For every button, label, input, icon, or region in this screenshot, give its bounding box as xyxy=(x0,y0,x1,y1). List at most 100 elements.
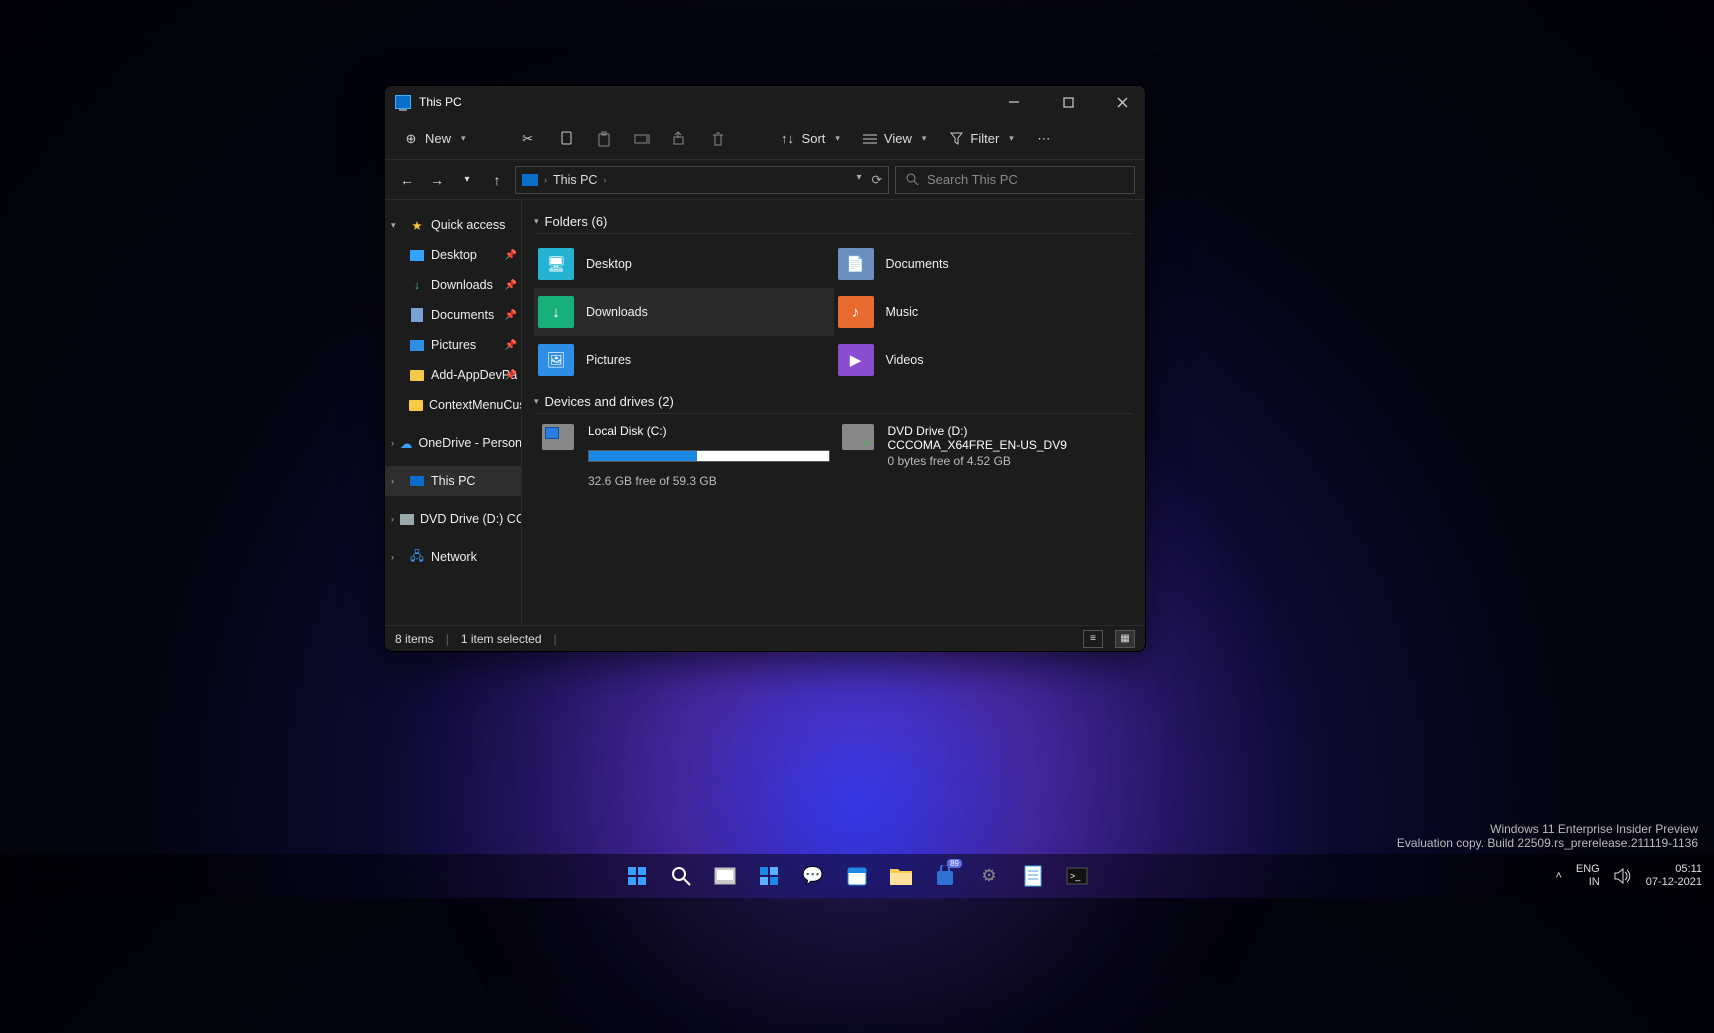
store-app[interactable]: 89 xyxy=(928,859,962,893)
content-pane: ▾ Folders (6) 🖥 Desktop 📄 Documents ↓ Do… xyxy=(522,200,1145,625)
tray-overflow[interactable]: ˄ xyxy=(1555,870,1561,882)
clock[interactable]: 05:11 07-12-2021 xyxy=(1646,863,1702,888)
sidebar-label: Documents xyxy=(431,308,494,322)
titlebar[interactable]: This PC xyxy=(385,86,1145,118)
downloads-icon: ↓ xyxy=(409,278,425,292)
drive-volume-label: CCCOMA_X64FRE_EN-US_DV9 xyxy=(888,438,1130,452)
folder-icon xyxy=(409,398,423,412)
up-button[interactable]: ↑ xyxy=(485,168,509,192)
drive-sub: 32.6 GB free of 59.3 GB xyxy=(588,474,830,488)
documents-icon xyxy=(409,308,425,322)
folders-section-header[interactable]: ▾ Folders (6) xyxy=(534,214,1133,229)
folder-tile-videos[interactable]: ▶ Videos xyxy=(834,336,1134,384)
sort-label: Sort xyxy=(802,131,826,146)
language-indicator[interactable]: ENG IN xyxy=(1576,863,1600,888)
chevron-right-icon: › xyxy=(544,175,547,185)
folder-label: Desktop xyxy=(586,257,632,271)
nav-sidebar: ▾ ★ Quick access Desktop 📌 ↓ Downloads 📌… xyxy=(385,200,522,625)
sidebar-quick-access[interactable]: ▾ ★ Quick access xyxy=(385,210,521,240)
folder-tile-downloads[interactable]: ↓ Downloads xyxy=(534,288,834,336)
search-button[interactable] xyxy=(664,859,698,893)
sidebar-item-downloads[interactable]: ↓ Downloads 📌 xyxy=(385,270,521,300)
minimize-button[interactable] xyxy=(991,86,1037,118)
pictures-icon xyxy=(409,338,425,352)
file-explorer-app[interactable] xyxy=(884,859,918,893)
volume-icon[interactable] xyxy=(1614,868,1632,884)
folders-grid: 🖥 Desktop 📄 Documents ↓ Downloads ♪ Musi… xyxy=(534,240,1133,384)
sort-button[interactable]: ↑↓ Sort xyxy=(780,131,840,147)
notepad-app[interactable] xyxy=(1016,859,1050,893)
folder-tile-music[interactable]: ♪ Music xyxy=(834,288,1134,336)
sidebar-this-pc[interactable]: › This PC xyxy=(385,466,521,496)
tiles-view-button[interactable]: ▦ xyxy=(1115,630,1135,648)
widgets-button[interactable] xyxy=(752,859,786,893)
forward-button[interactable]: → xyxy=(425,168,449,192)
lang-1: ENG xyxy=(1576,863,1600,876)
drive-tile-d[interactable]: DVD Drive (D:) CCCOMA_X64FRE_EN-US_DV9 0… xyxy=(834,420,1134,488)
desktop-icon xyxy=(409,248,425,262)
close-button[interactable] xyxy=(1099,86,1145,118)
chat-button[interactable]: 💬 xyxy=(796,859,830,893)
sidebar-label: ContextMenuCust xyxy=(429,398,521,412)
windows-watermark: Windows 11 Enterprise Insider Preview Ev… xyxy=(1397,822,1698,850)
pictures-icon: 🖼 xyxy=(538,344,574,376)
terminal-app[interactable]: >_ xyxy=(1060,859,1094,893)
sidebar-dvd[interactable]: › DVD Drive (D:) CCCO xyxy=(385,504,521,534)
sidebar-onedrive[interactable]: › ☁ OneDrive - Personal xyxy=(385,428,521,458)
folder-tile-desktop[interactable]: 🖥 Desktop xyxy=(534,240,834,288)
quick-access-label: Quick access xyxy=(431,218,505,232)
copy-icon[interactable] xyxy=(558,131,574,147)
view-button[interactable]: View xyxy=(862,131,926,147)
sidebar-item-documents[interactable]: Documents 📌 xyxy=(385,300,521,330)
star-icon: ★ xyxy=(409,218,425,232)
back-button[interactable]: ← xyxy=(395,168,419,192)
file-explorer-window: This PC ⊕ New ✂ ↑↓ So xyxy=(384,85,1146,652)
rename-icon[interactable] xyxy=(634,131,650,147)
this-pc-icon xyxy=(395,95,411,109)
address-bar[interactable]: › This PC › ▾ ⟳ xyxy=(515,166,889,194)
search-box[interactable]: Search This PC xyxy=(895,166,1135,194)
usage-bar xyxy=(588,450,830,462)
folder-tile-pictures[interactable]: 🖼 Pictures xyxy=(534,336,834,384)
start-button[interactable] xyxy=(620,859,654,893)
folder-label: Documents xyxy=(886,257,949,271)
devices-section-header[interactable]: ▾ Devices and drives (2) xyxy=(534,394,1133,409)
maximize-button[interactable] xyxy=(1045,86,1091,118)
sidebar-network[interactable]: › 🖧 Network xyxy=(385,542,521,572)
recent-dropdown[interactable]: ▾ xyxy=(455,168,479,192)
sidebar-item-context[interactable]: ContextMenuCust xyxy=(385,390,521,420)
date: 07-12-2021 xyxy=(1646,876,1702,889)
folder-icon xyxy=(409,368,425,382)
details-view-button[interactable]: ≡ xyxy=(1083,630,1103,648)
sidebar-item-addapp[interactable]: Add-AppDevPa 📌 xyxy=(385,360,521,390)
delete-icon[interactable] xyxy=(710,131,726,147)
pin-icon: 📌 xyxy=(505,310,517,321)
videos-icon: ▶ xyxy=(838,344,874,376)
drive-tile-c[interactable]: Local Disk (C:) 32.6 GB free of 59.3 GB xyxy=(534,420,834,488)
paste-icon[interactable] xyxy=(596,131,612,147)
window-title: This PC xyxy=(419,95,462,109)
sidebar-label: Pictures xyxy=(431,338,476,352)
address-location: This PC xyxy=(553,173,597,187)
watermark-line1: Windows 11 Enterprise Insider Preview xyxy=(1397,822,1698,836)
chevron-right-icon: › xyxy=(603,175,606,185)
filter-button[interactable]: Filter xyxy=(948,131,1013,147)
cut-icon[interactable]: ✂ xyxy=(520,131,536,147)
sidebar-item-desktop[interactable]: Desktop 📌 xyxy=(385,240,521,270)
refresh-button[interactable]: ⟳ xyxy=(872,172,882,187)
new-button[interactable]: ⊕ New xyxy=(403,131,466,147)
more-button[interactable]: ⋯ xyxy=(1036,131,1052,147)
share-icon[interactable] xyxy=(672,131,688,147)
cloud-icon: ☁ xyxy=(400,436,413,450)
devices-section-label: Devices and drives (2) xyxy=(545,394,674,409)
address-dropdown[interactable]: ▾ xyxy=(856,172,861,187)
calendar-app[interactable] xyxy=(840,859,874,893)
settings-app[interactable]: ⚙ xyxy=(972,859,1006,893)
folder-tile-documents[interactable]: 📄 Documents xyxy=(834,240,1134,288)
sidebar-label: OneDrive - Personal xyxy=(419,436,522,450)
new-label: New xyxy=(425,131,451,146)
task-view-button[interactable] xyxy=(708,859,742,893)
plus-circle-icon: ⊕ xyxy=(403,131,419,147)
sidebar-item-pictures[interactable]: Pictures 📌 xyxy=(385,330,521,360)
pin-icon: 📌 xyxy=(505,340,517,351)
